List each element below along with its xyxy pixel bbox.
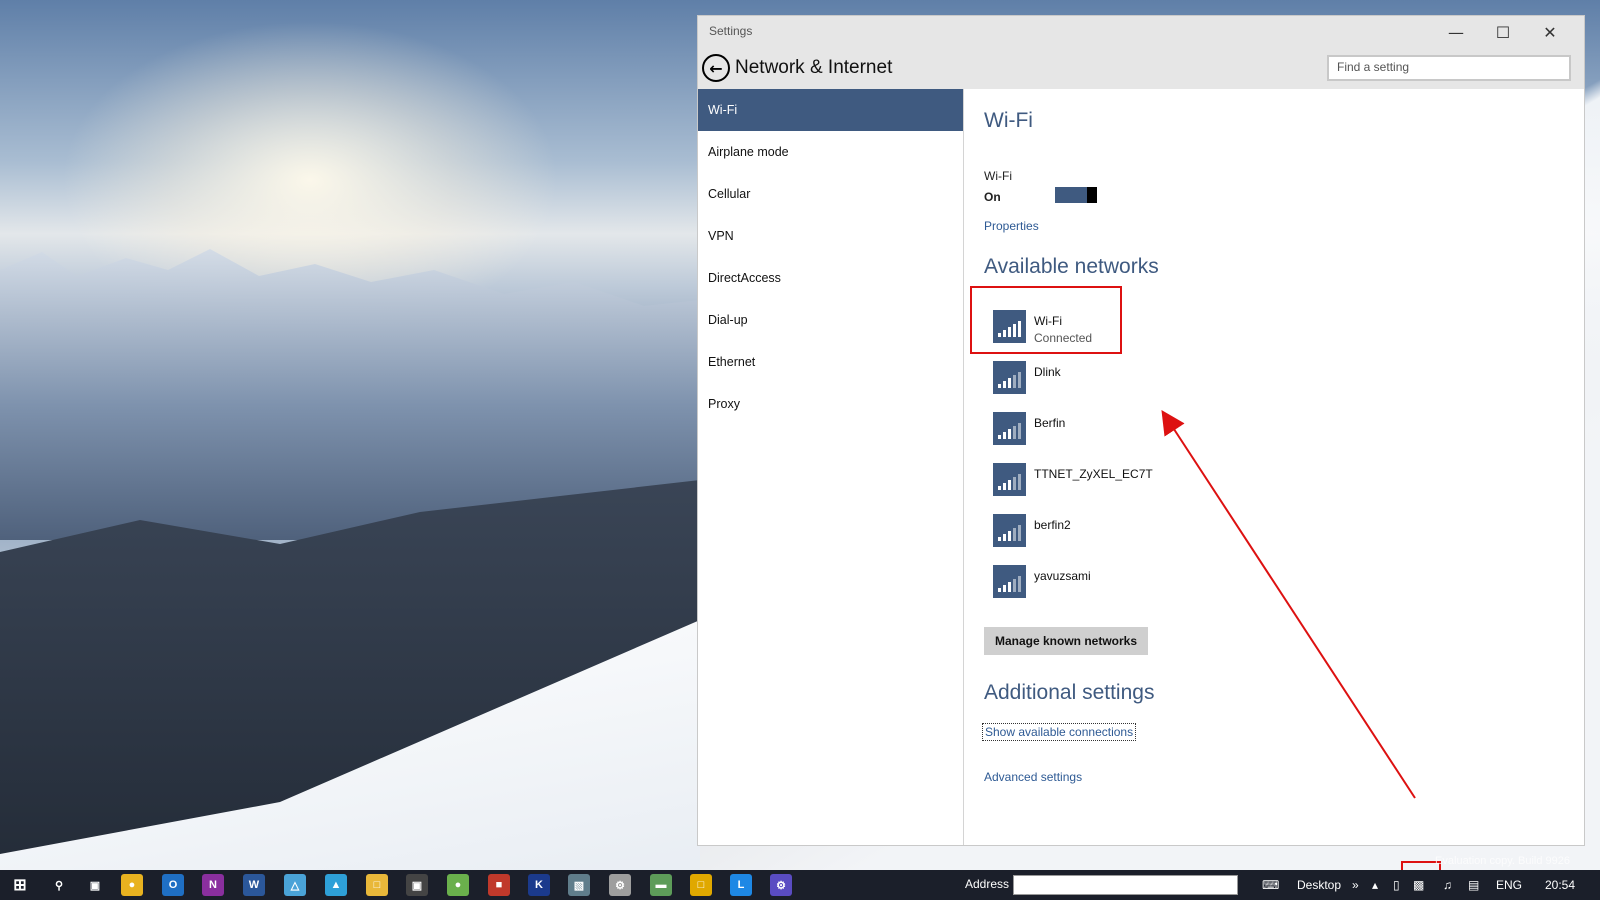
clock[interactable]: 20:54: [1545, 878, 1575, 892]
app-icon-9[interactable]: ▬: [650, 874, 672, 896]
app-icon-7[interactable]: ▧: [568, 874, 590, 896]
task-view-icon[interactable]: ▣: [84, 874, 106, 896]
desktop-toolbar-label[interactable]: Desktop: [1297, 878, 1341, 892]
app-icon-3[interactable]: ▣: [406, 874, 428, 896]
app-icon-6[interactable]: K: [528, 874, 550, 896]
volume-icon[interactable]: ♫: [1443, 878, 1452, 892]
file-explorer-icon[interactable]: □: [366, 874, 388, 896]
chrome-icon[interactable]: ●: [121, 874, 143, 896]
lync-icon[interactable]: L: [730, 874, 752, 896]
watermark-text: Evaluation copy. Build 9926: [1435, 855, 1570, 867]
word-icon[interactable]: W: [243, 874, 265, 896]
language-indicator[interactable]: ENG: [1496, 878, 1522, 892]
app-icon-8[interactable]: ⚙: [609, 874, 631, 896]
app-icon-10[interactable]: □: [690, 874, 712, 896]
keyboard-icon[interactable]: ⌨: [1262, 878, 1279, 892]
taskbar: ⊞ ⚲ ▣ ● O N W △ ▲ □ ▣ ● ■ K ▧ ⚙ ▬ □ L ⚙ …: [0, 870, 1600, 900]
app-icon[interactable]: △: [284, 874, 306, 896]
chevron-up-icon[interactable]: ▴: [1372, 878, 1378, 892]
onenote-icon[interactable]: N: [202, 874, 224, 896]
chevron-right-icon[interactable]: »: [1352, 878, 1359, 892]
battery-icon[interactable]: ▯: [1393, 878, 1400, 892]
address-label: Address: [965, 877, 1010, 891]
address-input[interactable]: [1013, 875, 1238, 895]
app-icon-5[interactable]: ■: [488, 874, 510, 896]
settings-icon[interactable]: ⚙: [770, 874, 792, 896]
start-icon[interactable]: ⊞: [9, 874, 31, 896]
search-icon[interactable]: ⚲: [48, 874, 70, 896]
annotation-arrow: [1161, 409, 1416, 799]
wifi-tray-icon[interactable]: ▩: [1413, 878, 1424, 892]
app-icon-2[interactable]: ▲: [325, 874, 347, 896]
action-center-icon[interactable]: ▤: [1468, 878, 1479, 892]
outlook-icon[interactable]: O: [162, 874, 184, 896]
app-icon-4[interactable]: ●: [447, 874, 469, 896]
